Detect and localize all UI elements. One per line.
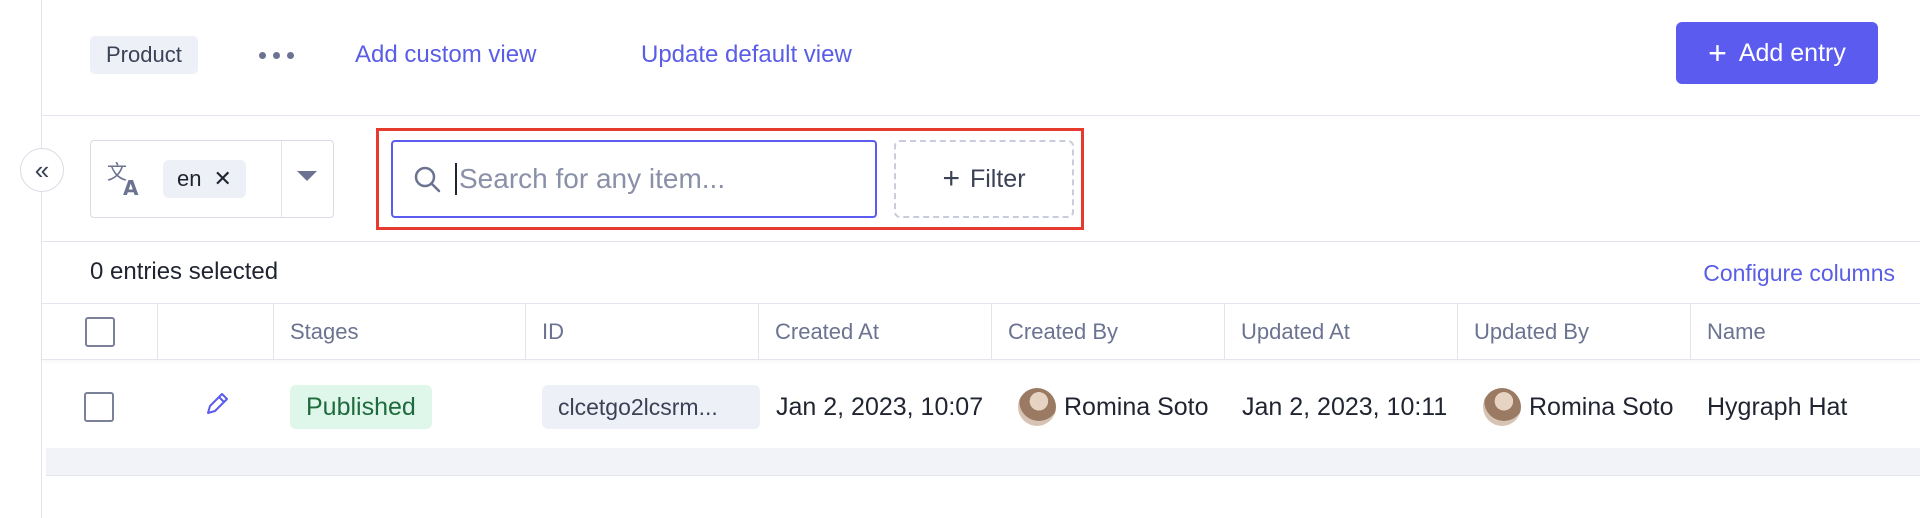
created-at-cell: Jan 2, 2023, 10:07 [776,392,984,421]
chevron-down-icon[interactable] [297,171,317,181]
column-header-updated-by[interactable]: Updated By [1458,304,1691,360]
model-name-chip: Product [90,36,198,74]
table-row[interactable]: Published clcetgo2lcsrm... Jan 2, 2023, … [42,378,1920,448]
pencil-icon[interactable] [202,389,232,426]
edit-cell [202,378,232,436]
locale-chip: en ✕ [163,160,246,198]
collapse-sidebar-button[interactable]: « [20,148,64,192]
id-cell: clcetgo2lcsrm... [542,378,760,436]
dot-icon [258,51,266,59]
search-input[interactable] [459,163,839,195]
created-by-cell: Romina Soto [1018,378,1209,436]
status-badge: Published [290,385,432,429]
plus-icon: + [942,162,960,195]
updated-by-cell: Romina Soto [1483,378,1674,436]
table-header: Stages ID Created At Created By Updated … [42,304,1920,360]
left-rail [0,0,42,518]
add-custom-view-link[interactable]: Add custom view [355,36,536,74]
select-all-checkbox[interactable] [84,317,115,347]
search-icon [413,164,443,194]
row-select-cell [84,378,114,436]
created-by-name: Romina Soto [1064,392,1209,421]
selected-count: 0 entries selected [90,258,279,285]
column-header-created-at[interactable]: Created At [759,304,992,360]
view-header: Product Add custom view Update default v… [42,0,1920,116]
avatar [1483,388,1521,426]
search-field[interactable] [391,140,877,218]
filter-button[interactable]: + Filter [894,140,1074,218]
filter-label: Filter [969,164,1026,193]
column-header-updated-at[interactable]: Updated At [1225,304,1458,360]
double-chevron-left-icon: « [34,155,50,185]
avatar [1018,388,1056,426]
svg-text:A: A [123,176,139,199]
locale-select[interactable]: 文 A en ✕ [90,140,334,218]
column-header-name[interactable]: Name [1691,304,1920,360]
name-cell: Hygraph Hat [1707,392,1848,421]
text-cursor [455,163,457,195]
row-checkbox[interactable] [84,392,114,422]
updated-by-name: Romina Soto [1529,392,1674,421]
actions-column-header [158,304,274,360]
more-options-button[interactable] [248,36,304,74]
updated-at-cell: Jan 2, 2023, 10:11 [1242,392,1448,421]
add-entry-button[interactable]: + Add entry [1676,22,1878,84]
filter-toolbar: 文 A en ✕ + Filter [42,116,1920,242]
column-header-id[interactable]: ID [526,304,759,360]
id-badge[interactable]: clcetgo2lcsrm... [542,385,760,429]
divider [281,141,282,217]
stage-cell: Published [290,378,432,436]
translate-icon: 文 A [103,157,147,201]
configure-columns-link[interactable]: Configure columns [1703,260,1895,287]
locale-label: en [177,166,202,191]
content-editor-page: « Product Add custom view Update default… [0,0,1920,518]
selection-bar: 0 entries selected Configure columns [42,242,1920,304]
select-all-cell [42,304,158,360]
update-default-view-link[interactable]: Update default view [641,36,852,74]
column-header-stages[interactable]: Stages [274,304,526,360]
remove-locale-icon[interactable]: ✕ [213,166,231,192]
add-entry-label: Add entry [1738,38,1846,67]
dot-icon [272,51,280,59]
row-footer-band [46,448,1920,476]
column-header-created-by[interactable]: Created By [992,304,1225,360]
plus-icon: + [1708,35,1727,71]
dot-icon [286,51,294,59]
